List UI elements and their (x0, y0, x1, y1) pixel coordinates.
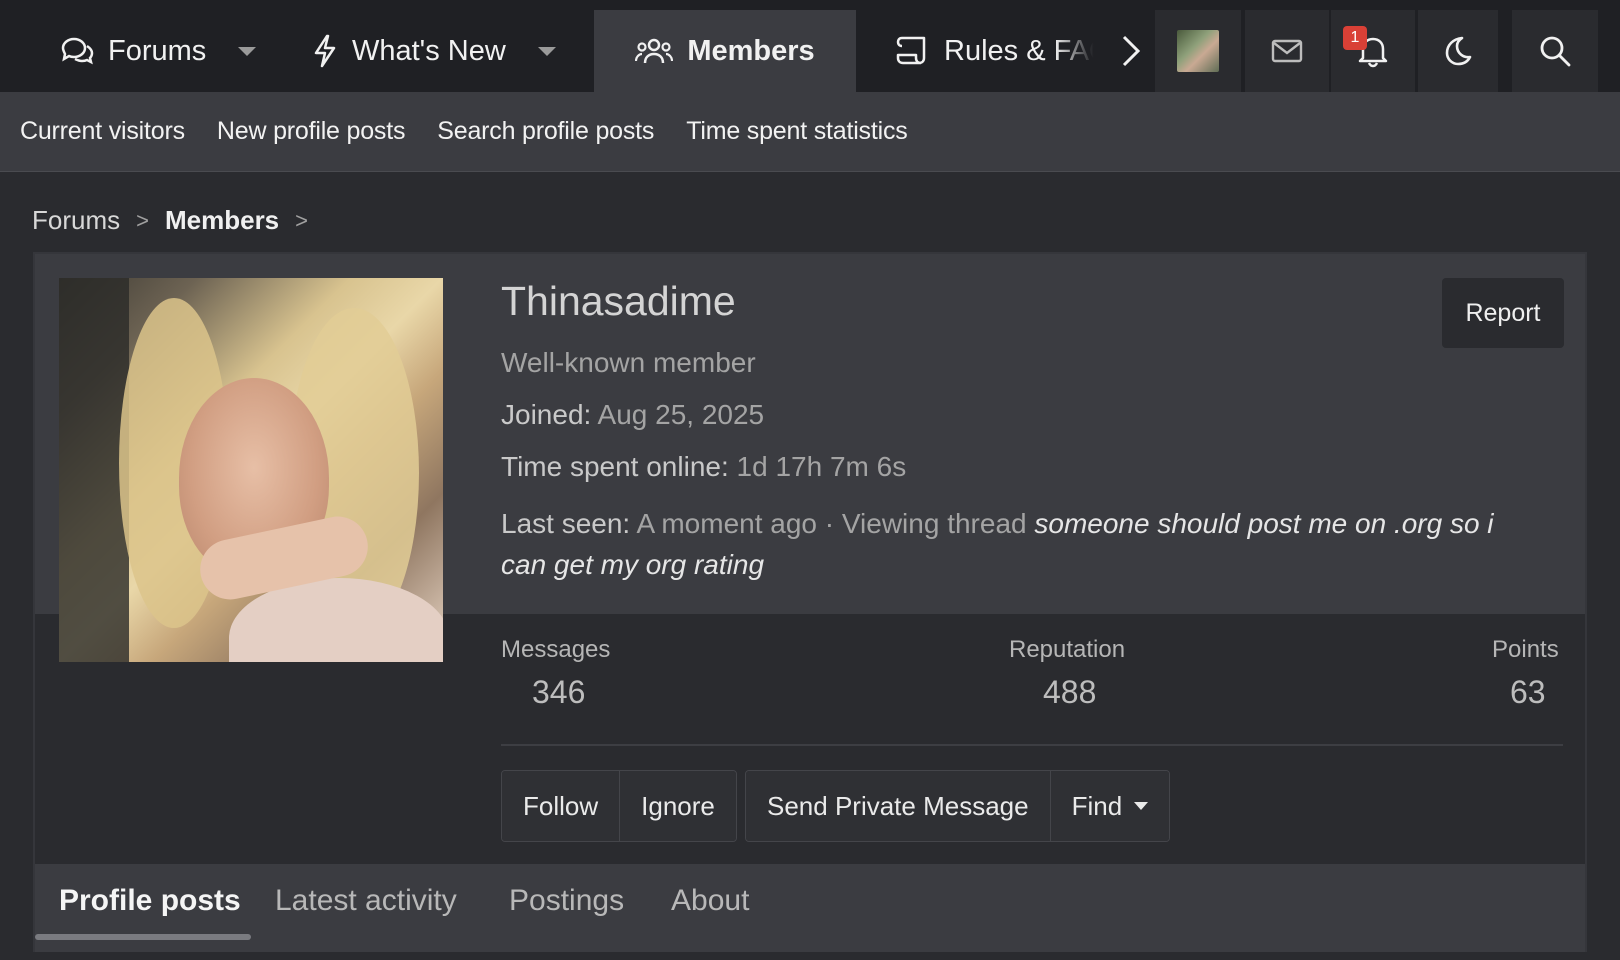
lightning-icon (314, 34, 336, 68)
search-button[interactable] (1512, 10, 1598, 92)
report-button[interactable]: Report (1442, 278, 1564, 348)
nav-tab-whats-new[interactable]: What's New (300, 10, 568, 92)
breadcrumb-members[interactable]: Members (165, 205, 279, 236)
people-icon (635, 38, 674, 64)
tab-about[interactable]: About (671, 884, 749, 918)
nav-tab-label: Members (687, 34, 815, 67)
subnav-current-visitors[interactable]: Current visitors (20, 117, 185, 146)
profile-card: Thinasadime Well-known member Joined: Au… (33, 252, 1587, 952)
username: Thinasadime (501, 278, 736, 324)
nav-tab-label: Forums (108, 34, 207, 67)
search-icon (1540, 36, 1571, 67)
send-private-message-button[interactable]: Send Private Message (746, 771, 1051, 841)
chevron-down-icon[interactable] (537, 46, 556, 56)
chevron-right-icon: > (136, 207, 149, 233)
profile-tabs: Profile posts Latest activity Postings A… (35, 864, 1585, 952)
tab-profile-posts[interactable]: Profile posts (59, 884, 241, 918)
active-tab-indicator (35, 934, 251, 940)
messages-count[interactable]: 346 (532, 674, 585, 711)
chevron-down-icon[interactable] (238, 46, 257, 56)
nav-fade (1055, 10, 1125, 92)
notification-badge: 1 (1343, 26, 1367, 50)
top-nav: Forums What's New Members Rules & FAQ 1 (0, 0, 1620, 92)
nav-tab-label: What's New (352, 34, 506, 67)
envelope-icon (1271, 39, 1303, 63)
subnav-search-profile-posts[interactable]: Search profile posts (437, 117, 654, 146)
nav-tab-forums[interactable]: Forums (40, 10, 276, 92)
messages-label: Messages (501, 636, 611, 663)
moon-icon (1445, 36, 1472, 66)
joined-date: Aug 25, 2025 (597, 399, 765, 430)
points-label: Points (1492, 636, 1559, 663)
reputation-label: Reputation (1009, 636, 1126, 663)
find-label: Find (1071, 790, 1123, 821)
subnav-time-spent-statistics[interactable]: Time spent statistics (686, 117, 908, 146)
divider (501, 744, 1563, 746)
thread-link-cont[interactable]: can get my org rating (501, 549, 764, 580)
chat-bubbles-icon (61, 37, 94, 65)
follow-button[interactable]: Follow (502, 771, 621, 841)
profile-avatar[interactable] (59, 278, 443, 662)
ignore-button[interactable]: Ignore (620, 771, 736, 841)
find-button[interactable]: Find (1050, 771, 1170, 841)
subnav-new-profile-posts[interactable]: New profile posts (217, 117, 406, 146)
tab-postings[interactable]: Postings (509, 884, 624, 918)
online-label: Time spent online: (501, 451, 729, 482)
inbox-button[interactable] (1245, 10, 1329, 92)
nav-tab-members[interactable]: Members (594, 10, 856, 92)
joined-info: Joined: Aug 25, 2025 (501, 399, 764, 431)
avatar (1177, 30, 1219, 72)
breadcrumb-forums[interactable]: Forums (32, 205, 120, 236)
last-seen-value: A moment ago · Viewing thread (636, 508, 1027, 539)
scroll-icon (896, 36, 926, 65)
follow-ignore-group: Follow Ignore (501, 770, 737, 842)
tab-latest-activity[interactable]: Latest activity (275, 884, 457, 918)
online-time: 1d 17h 7m 6s (736, 451, 907, 482)
theme-toggle-button[interactable] (1418, 10, 1498, 92)
message-find-group: Send Private Message Find (745, 770, 1171, 842)
breadcrumb: Forums > Members > (32, 205, 308, 236)
thread-link[interactable]: someone should post me on .org so i (1034, 508, 1493, 539)
last-seen-info: Last seen: A moment ago · Viewing thread… (501, 503, 1561, 585)
reputation-count: 488 (1043, 674, 1097, 710)
last-seen-label: Last seen: (501, 508, 631, 539)
caret-down-icon (1134, 802, 1149, 810)
online-info: Time spent online: 1d 17h 7m 6s (501, 451, 906, 483)
account-button[interactable] (1155, 10, 1241, 92)
chevron-right-icon (1122, 35, 1141, 67)
points-count[interactable]: 63 (1510, 674, 1546, 711)
alerts-button[interactable] (1331, 10, 1415, 92)
user-title: Well-known member (501, 347, 756, 378)
joined-label: Joined: (501, 399, 592, 430)
sub-nav: Current visitors New profile posts Searc… (0, 92, 1620, 172)
chevron-right-icon: > (295, 207, 308, 233)
nav-scroll-right[interactable] (1120, 34, 1142, 73)
